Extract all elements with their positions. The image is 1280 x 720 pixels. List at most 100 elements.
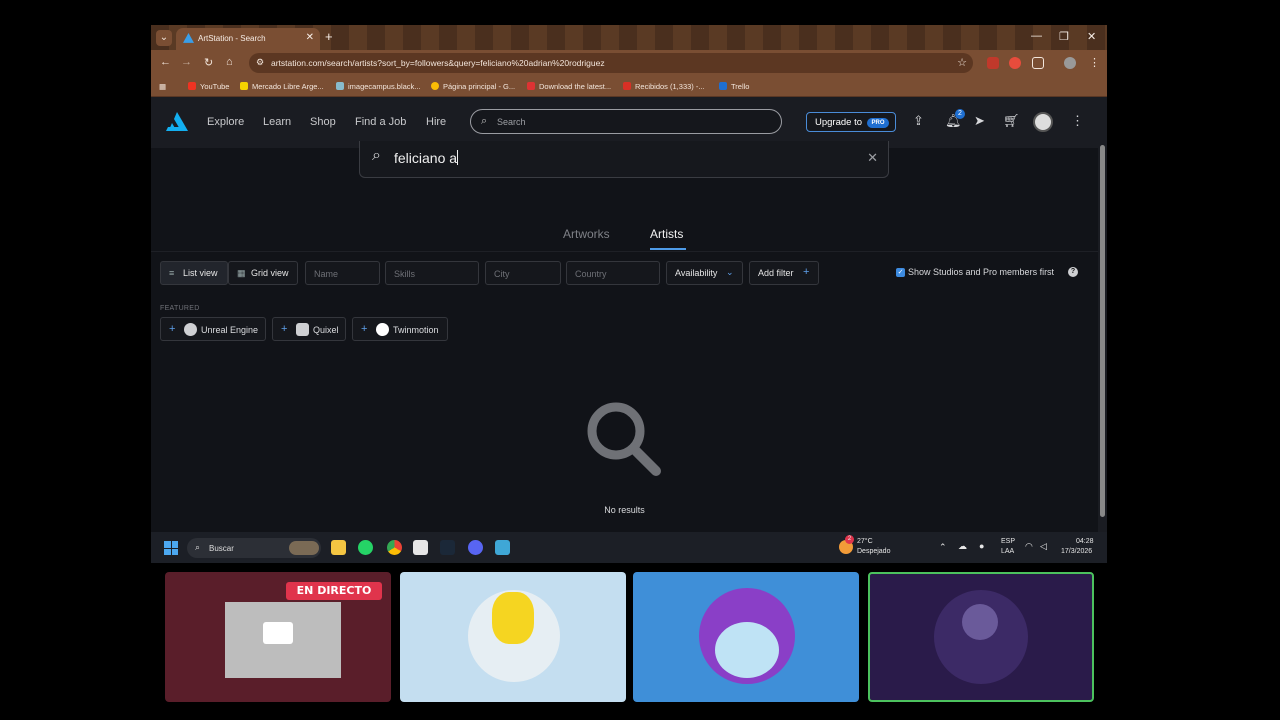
reload-icon[interactable]: ↻ <box>204 56 213 69</box>
apps-grid-icon[interactable]: ▦ <box>159 82 166 91</box>
extension-icon[interactable] <box>987 57 999 69</box>
clock-time[interactable]: 04:28 <box>1076 538 1094 545</box>
featured-unreal-engine[interactable]: + Unreal Engine <box>160 317 266 341</box>
tab-search-icon[interactable]: ⌄ <box>156 30 172 46</box>
upgrade-pro-button[interactable]: Upgrade to PRO <box>806 112 896 132</box>
bookmark-item[interactable]: Página principal - G... <box>431 82 515 91</box>
list-view-button[interactable]: ≡ List view <box>160 261 228 285</box>
back-icon[interactable]: ← <box>160 56 171 68</box>
language-code[interactable]: ESP <box>1001 538 1015 545</box>
close-window-icon[interactable]: ✕ <box>1087 30 1096 43</box>
participant-tile[interactable] <box>633 572 859 702</box>
nav-learn[interactable]: Learn <box>263 116 291 128</box>
search-query-text: feliciano a <box>394 150 459 166</box>
availability-dropdown[interactable]: Availability ⌄ <box>666 261 743 285</box>
nav-shop[interactable]: Shop <box>310 116 336 128</box>
site-info-icon[interactable]: ⚙ <box>256 57 264 68</box>
more-menu-icon[interactable]: ⋮ <box>1071 113 1084 129</box>
user-avatar[interactable] <box>1033 112 1053 132</box>
quixel-logo-icon <box>296 323 309 336</box>
minimize-icon[interactable]: — <box>1031 30 1042 42</box>
home-icon[interactable]: ⌂ <box>226 56 233 68</box>
app-icon[interactable] <box>495 540 510 555</box>
featured-label: FEATURED <box>160 305 200 312</box>
show-studios-label: Show Studios and Pro members first <box>908 267 1055 277</box>
weather-desc: Despejado <box>857 548 891 555</box>
featured-twinmotion[interactable]: + Twinmotion <box>352 317 448 341</box>
show-studios-checkbox[interactable]: ✓ <box>896 268 905 277</box>
extensions-puzzle-icon[interactable] <box>1032 57 1044 69</box>
tab-artworks[interactable]: Artworks <box>563 227 610 241</box>
clock-date: 17/3/2026 <box>1061 548 1093 555</box>
participant-tile[interactable] <box>400 572 626 702</box>
twinmotion-logo-icon <box>376 323 389 336</box>
bookmark-item[interactable]: YouTube <box>188 82 229 91</box>
pro-badge: PRO <box>867 118 889 128</box>
new-tab-icon[interactable]: + <box>325 29 333 44</box>
extension-icon[interactable] <box>1009 57 1021 69</box>
header-search-input[interactable]: ⌕ Search <box>470 109 782 134</box>
cloud-icon[interactable]: ☁ <box>958 541 967 552</box>
raven-avatar-image <box>962 604 998 640</box>
whatsapp-icon[interactable] <box>358 540 373 555</box>
search-icon: ⌕ <box>195 542 201 552</box>
close-tab-icon[interactable]: ✕ <box>306 32 314 43</box>
tab-title: ArtStation - Search <box>198 34 266 43</box>
bookmark-item[interactable]: Download the latest... <box>527 82 611 91</box>
weather-temp: 27°C <box>857 538 873 545</box>
help-icon[interactable]: ? <box>1068 267 1078 277</box>
artist-search-input[interactable]: ⌕ feliciano a ✕ <box>359 141 889 178</box>
grid-view-button[interactable]: ▦ Grid view <box>228 261 298 285</box>
add-filter-button[interactable]: Add filter + <box>749 261 819 285</box>
scrollbar-thumb[interactable] <box>1100 145 1105 517</box>
nav-explore[interactable]: Explore <box>207 116 244 128</box>
artstation-logo-icon[interactable] <box>165 111 189 133</box>
search-highlight-icon <box>289 541 319 555</box>
name-filter-input[interactable]: Name <box>305 261 380 285</box>
country-filter-input[interactable]: Country <box>566 261 660 285</box>
nav-find-a-job[interactable]: Find a Job <box>355 116 406 128</box>
clear-search-icon[interactable]: ✕ <box>867 150 878 166</box>
tab-artists[interactable]: Artists <box>650 227 683 241</box>
live-badge: EN DIRECTO <box>286 582 382 600</box>
menu-dots-icon[interactable]: ⋮ <box>1089 56 1100 69</box>
windows-taskbar: ⌕ Buscar 2 27°C Despejado ⌃ ☁ ● ESP LAA … <box>151 532 1107 563</box>
discord-icon[interactable] <box>468 540 483 555</box>
upload-icon[interactable]: ⇪ <box>913 113 924 129</box>
taskbar-search[interactable]: ⌕ Buscar <box>187 538 321 558</box>
forward-icon[interactable]: → <box>181 56 192 68</box>
nav-hire[interactable]: Hire <box>426 116 446 128</box>
restore-icon[interactable]: ❐ <box>1059 30 1069 43</box>
file-explorer-icon[interactable] <box>331 540 346 555</box>
bookmark-item[interactable]: Trello <box>719 82 749 91</box>
browser-tab[interactable]: ArtStation - Search ✕ <box>176 28 320 50</box>
page-scrollbar[interactable] <box>1098 97 1107 532</box>
plus-icon: + <box>803 266 810 278</box>
weather-badge: 2 <box>845 535 854 544</box>
cart-icon[interactable]: 🛒︎ <box>1003 113 1020 129</box>
windows-start-icon[interactable] <box>164 541 178 555</box>
skills-filter-input[interactable]: Skills <box>385 261 479 285</box>
no-results-text: No results <box>604 505 645 515</box>
tray-chevron-icon[interactable]: ⌃ <box>939 542 947 553</box>
mic-icon[interactable]: ● <box>979 541 984 551</box>
address-bar[interactable]: ⚙ artstation.com/search/artists?sort_by=… <box>249 53 973 73</box>
steam-icon[interactable] <box>440 540 455 555</box>
city-filter-input[interactable]: City <box>485 261 561 285</box>
active-speaker-tile[interactable] <box>868 572 1094 702</box>
featured-quixel[interactable]: + Quixel <box>272 317 346 341</box>
volume-icon[interactable]: ◁ <box>1040 541 1047 552</box>
search-icon: ⌕ <box>372 147 381 164</box>
bookmarks-bar: ▦ YouTube Mercado Libre Arge... imagecam… <box>151 76 1107 97</box>
chrome-icon[interactable] <box>387 540 402 555</box>
homer-avatar-image <box>492 592 534 644</box>
bookmark-item[interactable]: Mercado Libre Arge... <box>240 82 324 91</box>
bookmark-star-icon[interactable]: ☆ <box>957 56 967 69</box>
app-icon[interactable] <box>413 540 428 555</box>
notification-badge: 2 <box>955 109 965 119</box>
wifi-icon[interactable]: ◠ <box>1025 541 1033 552</box>
profile-icon[interactable] <box>1064 57 1076 69</box>
bookmark-item[interactable]: Recibidos (1,333) -... <box>623 82 705 91</box>
send-icon[interactable]: ➤ <box>974 113 985 129</box>
bookmark-item[interactable]: imagecampus.black... <box>336 82 421 91</box>
